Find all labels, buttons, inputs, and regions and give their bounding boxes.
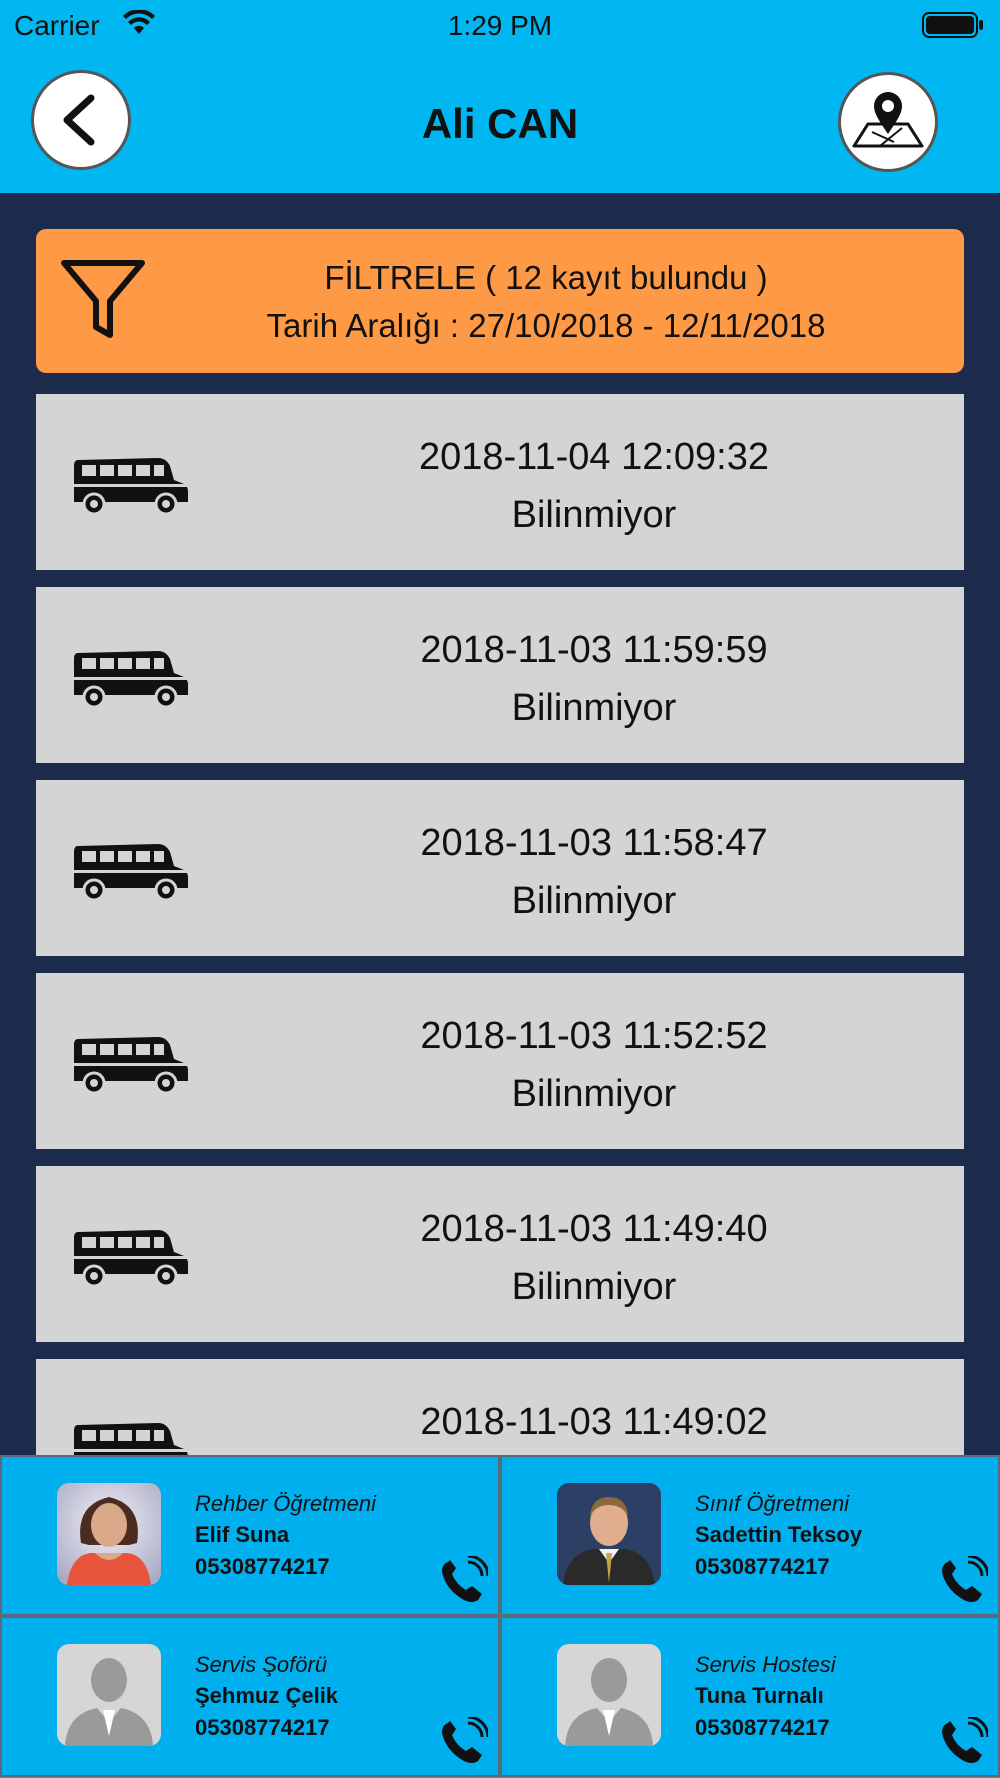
record-datetime: 2018-11-03 11:59:59 [420,629,768,671]
contact-name: Tuna Turnalı [695,1683,824,1708]
list-item[interactable]: 2018-11-03 11:58:47 Bilinmiyor [36,780,964,956]
contact-name: Elif Suna [195,1522,290,1547]
avatar [57,1483,161,1585]
contact-phone: 05308774217 [695,1715,830,1740]
contact-card-rehber[interactable]: Rehber Öğretmeni Elif Suna 05308774217 [0,1455,500,1616]
app-header: Ali CAN [0,48,1000,193]
map-pin-icon [852,92,924,148]
contact-card-sinif[interactable]: Sınıf Öğretmeni Sadettin Teksoy 05308774… [500,1455,1000,1616]
bus-icon [72,1228,190,1288]
filter-title: FİLTRELE ( 12 kayıt bulundu ) [324,259,768,296]
contact-role: Servis Hostesi [695,1652,836,1677]
avatar [557,1644,661,1746]
records-list[interactable]: 2018-11-04 12:09:32 Bilinmiyor 2018-11-0… [0,373,1000,1455]
battery-icon [922,12,983,38]
contact-role: Servis Şoförü [195,1652,328,1677]
record-datetime: 2018-11-04 12:09:32 [418,436,770,478]
list-item[interactable]: 2018-11-03 11:59:59 Bilinmiyor [36,587,964,763]
list-item[interactable]: 2018-11-03 11:49:40 Bilinmiyor [36,1166,964,1342]
map-button[interactable] [838,72,938,172]
contact-phone: 05308774217 [695,1554,830,1579]
list-item[interactable]: 2018-11-03 11:52:52 Bilinmiyor [36,973,964,1149]
list-item[interactable]: 2018-11-04 12:09:32 Bilinmiyor [36,394,964,570]
record-location: Bilinmiyor [511,880,677,922]
status-bar: Carrier 1:29 PM [0,0,1000,48]
contact-card-hostes[interactable]: Servis Hostesi Tuna Turnalı 05308774217 [500,1616,1000,1777]
female-photo-icon [57,1483,161,1585]
record-location: Bilinmiyor [511,1266,677,1308]
filter-button[interactable]: FİLTRELE ( 12 kayıt bulundu ) Tarih Aral… [36,229,964,373]
record-datetime: 2018-11-03 11:58:47 [420,822,768,864]
bus-icon [72,1035,190,1095]
contact-phone: 05308774217 [195,1715,330,1740]
status-time: 1:29 PM [447,10,553,41]
male-photo-icon [557,1483,661,1585]
phone-call-icon[interactable] [938,1556,988,1606]
avatar [557,1483,661,1585]
bus-icon [72,456,190,516]
contacts-panel: Rehber Öğretmeni Elif Suna 05308774217 S… [0,1455,1000,1778]
phone-call-icon[interactable] [438,1717,488,1767]
contact-card-sofor[interactable]: Servis Şoförü Şehmuz Çelik 05308774217 [0,1616,500,1777]
record-datetime: 2018-11-03 11:52:52 [420,1015,768,1057]
date-range: Tarih Aralığı : 27/10/2018 - 12/11/2018 [266,307,826,344]
bus-icon [72,649,190,709]
phone-call-icon[interactable] [938,1717,988,1767]
bus-icon [72,842,190,902]
phone-call-icon[interactable] [438,1556,488,1606]
record-location: Bilinmiyor [511,687,677,729]
filter-funnel-icon [61,260,145,338]
record-datetime: 2018-11-03 11:49:40 [420,1208,768,1250]
contact-role: Rehber Öğretmeni [195,1491,376,1516]
list-item[interactable]: 2018-11-03 11:49:02 [36,1359,964,1455]
record-location: Bilinmiyor [511,1073,677,1115]
person-silhouette-icon [57,1644,161,1746]
contact-phone: 05308774217 [195,1554,330,1579]
person-silhouette-icon [557,1644,661,1746]
record-datetime: 2018-11-03 11:49:02 [420,1401,768,1443]
contact-role: Sınıf Öğretmeni [695,1491,850,1516]
bus-icon [72,1421,190,1455]
contact-name: Sadettin Teksoy [695,1522,863,1547]
record-location: Bilinmiyor [511,494,677,536]
avatar [57,1644,161,1746]
contact-name: Şehmuz Çelik [195,1683,339,1708]
